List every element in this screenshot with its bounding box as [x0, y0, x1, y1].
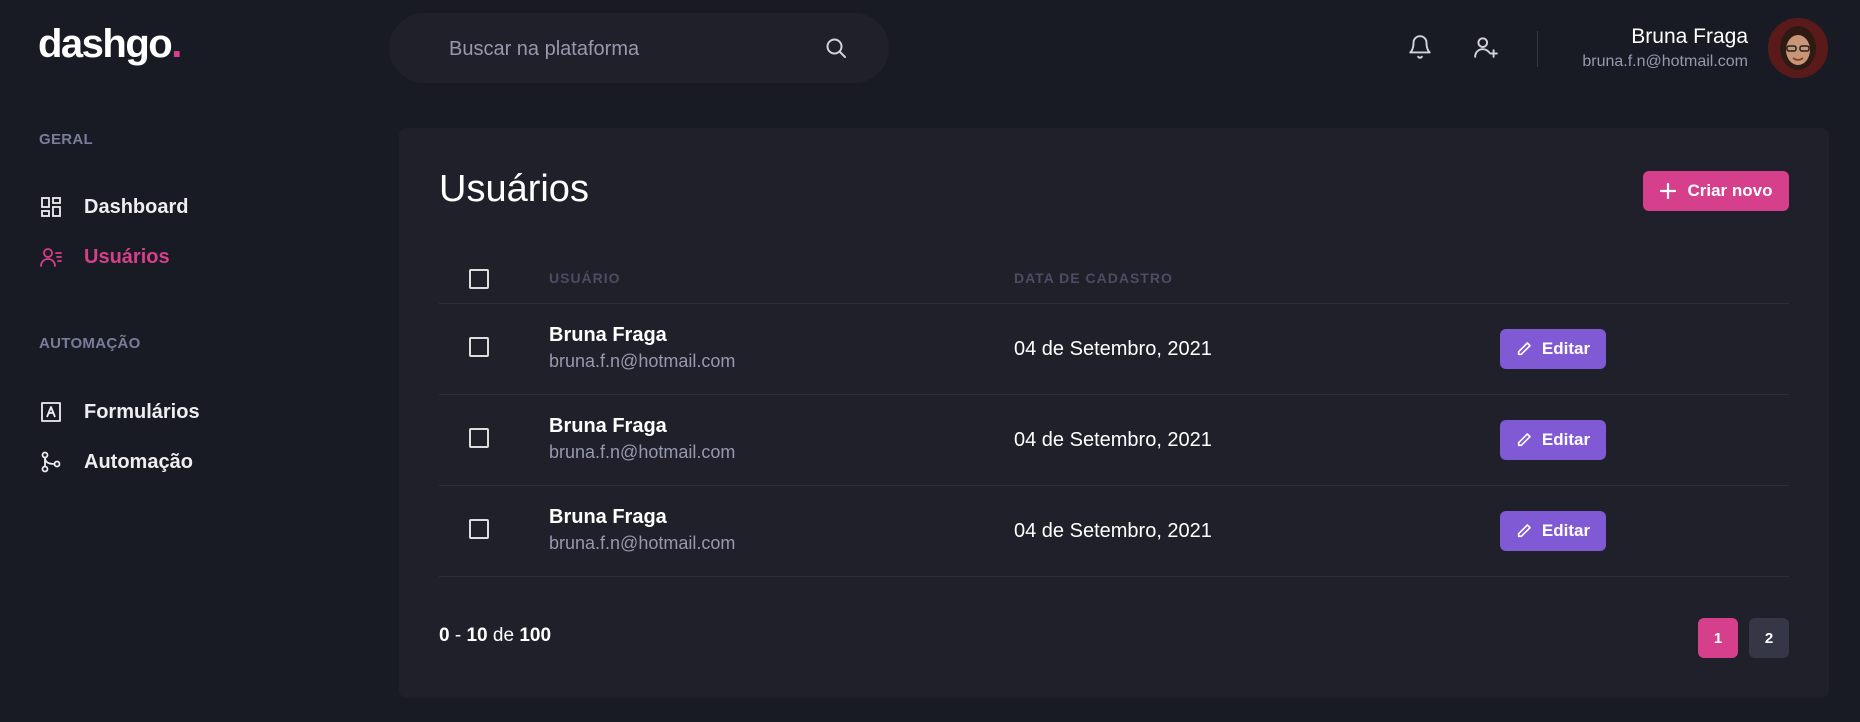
search-bar[interactable] [389, 13, 889, 83]
sidebar-item-label: Formulários [84, 400, 200, 423]
logo-text: dashgo [38, 22, 173, 66]
sidebar-item-dashboard[interactable]: Dashboard [39, 192, 188, 222]
user-email: bruna.f.n@hotmail.com [549, 351, 736, 371]
pencil-icon [1517, 524, 1531, 538]
search-icon[interactable] [824, 36, 848, 60]
row-checkbox[interactable] [469, 337, 489, 357]
git-branch-icon [39, 450, 63, 474]
row-checkbox[interactable] [469, 519, 489, 539]
logo-dot: . [171, 22, 182, 66]
pagination-from: 0 [439, 625, 450, 646]
pagination-of-label: de [487, 625, 520, 646]
pagination-to: 10 [466, 625, 488, 646]
page-title: Usuários [439, 168, 589, 210]
sidebar-section-geral: GERAL [39, 131, 93, 148]
edit-button[interactable]: Editar [1500, 420, 1606, 460]
registration-date: 04 de Setembro, 2021 [1014, 338, 1212, 360]
sidebar-item-label: Automação [84, 450, 193, 473]
page-button-2[interactable]: 2 [1749, 618, 1789, 658]
sidebar-item-usuarios[interactable]: Usuários [39, 242, 170, 272]
dashboard-icon [39, 195, 63, 219]
user-email: bruna.f.n@hotmail.com [549, 533, 736, 553]
registration-date: 04 de Setembro, 2021 [1014, 429, 1212, 451]
users-panel: Usuários Criar novo USUÁRIO DATA DE CADA… [399, 128, 1829, 698]
column-header-usuario: USUÁRIO [549, 270, 621, 286]
edit-button[interactable]: Editar [1500, 329, 1606, 369]
profile-name: Bruna Fraga [1631, 25, 1748, 48]
avatar[interactable] [1768, 18, 1828, 78]
pencil-icon [1517, 433, 1531, 447]
registration-date: 04 de Setembro, 2021 [1014, 520, 1212, 542]
logo[interactable]: dashgo. [38, 22, 182, 67]
table-divider [439, 485, 1789, 486]
form-icon [39, 400, 63, 424]
notification-bell-icon[interactable] [1407, 34, 1433, 60]
select-all-checkbox[interactable] [469, 269, 489, 289]
edit-label: Editar [1541, 430, 1591, 449]
search-input[interactable] [447, 31, 811, 67]
sidebar-section-automacao: AUTOMAÇÃO [39, 335, 141, 352]
user-name: Bruna Fraga [549, 324, 667, 346]
sidebar-item-label: Usuários [84, 245, 170, 268]
row-checkbox[interactable] [469, 428, 489, 448]
create-new-label: Criar novo [1687, 181, 1773, 200]
pagination-info: 0 - 10 de 100 [439, 625, 551, 647]
pagination-total: 100 [519, 625, 552, 646]
users-icon [39, 245, 63, 269]
add-user-icon[interactable] [1473, 34, 1499, 60]
pencil-icon [1517, 342, 1531, 356]
pagination-separator: - [449, 625, 467, 646]
profile-email: bruna.f.n@hotmail.com [1582, 53, 1748, 70]
table-divider [439, 576, 1789, 577]
edit-label: Editar [1541, 521, 1591, 540]
column-header-data-cadastro: DATA DE CADASTRO [1014, 270, 1173, 286]
user-email: bruna.f.n@hotmail.com [549, 442, 736, 462]
sidebar-item-formularios[interactable]: Formulários [39, 397, 200, 427]
create-new-button[interactable]: Criar novo [1643, 171, 1789, 211]
plus-icon [1660, 182, 1677, 200]
edit-button[interactable]: Editar [1500, 511, 1606, 551]
user-name: Bruna Fraga [549, 506, 667, 528]
sidebar-item-automacao[interactable]: Automação [39, 447, 193, 477]
user-name: Bruna Fraga [549, 415, 667, 437]
header-divider [1537, 31, 1538, 67]
table-divider [439, 303, 1789, 304]
sidebar-item-label: Dashboard [84, 195, 189, 218]
table-divider [439, 394, 1789, 395]
avatar-image [1768, 18, 1828, 78]
edit-label: Editar [1541, 339, 1591, 358]
page-button-1[interactable]: 1 [1698, 618, 1738, 658]
